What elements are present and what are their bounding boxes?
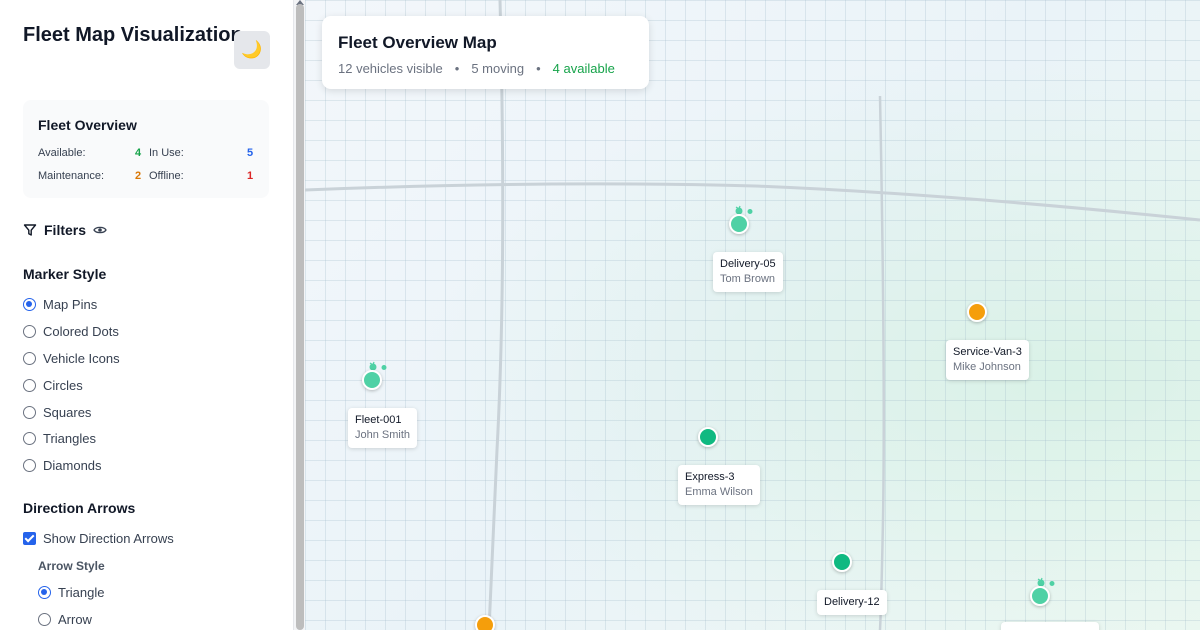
show-direction-arrows-label: Show Direction Arrows <box>43 531 174 546</box>
marker-style-option-triangles[interactable]: Triangles <box>23 431 96 446</box>
vehicle-marker[interactable] <box>1030 586 1050 606</box>
radio-button[interactable] <box>23 432 36 445</box>
vehicle-marker-fleet-001[interactable] <box>362 370 382 390</box>
vehicle-marker-service-van-3[interactable] <box>967 302 987 322</box>
app-title: Fleet Map Visualization <box>23 24 243 46</box>
vehicle-label-service-van-3[interactable]: Service-Van-3 Mike Johnson <box>946 340 1029 380</box>
option-label: Squares <box>43 405 92 420</box>
direction-arrows-title: Direction Arrows <box>23 500 136 516</box>
vehicle-name: Express-3 <box>685 471 735 483</box>
vehicle-marker-express-3[interactable] <box>698 427 718 447</box>
filter-icon <box>23 224 37 236</box>
radio-button[interactable] <box>23 298 36 311</box>
vehicle-marker-delivery-05[interactable] <box>729 214 749 234</box>
map-roads <box>305 0 1200 630</box>
option-label: Triangle <box>58 585 105 600</box>
driver-name: Mike Johnson <box>953 361 1021 373</box>
driver-name: Tom Brown <box>720 273 776 285</box>
stat-offline-label: Offline: <box>149 170 184 182</box>
checkbox[interactable] <box>23 532 36 545</box>
vehicle-name: Service-Van-3 <box>953 346 1022 358</box>
radio-button[interactable] <box>23 325 36 338</box>
stat-maintenance-label: Maintenance: <box>38 170 105 182</box>
vehicles-visible-count: 12 vehicles visible <box>338 61 443 76</box>
option-label: Map Pins <box>43 297 98 312</box>
option-label: Triangles <box>43 431 96 446</box>
theme-toggle-button[interactable]: 🌙 <box>234 31 270 69</box>
vehicle-label-express-3[interactable]: Express-3 Emma Wilson <box>678 465 760 505</box>
marker-style-option-circles[interactable]: Circles <box>23 378 83 393</box>
fleet-overview-title: Fleet Overview <box>38 117 137 133</box>
radio-button[interactable] <box>23 459 36 472</box>
show-direction-arrows-toggle[interactable]: Show Direction Arrows <box>23 531 174 546</box>
stat-available-label: Available: <box>38 147 86 159</box>
marker-style-option-map-pins[interactable]: Map Pins <box>23 297 97 312</box>
arrow-style-option-arrow[interactable]: Arrow <box>38 612 92 627</box>
vehicle-name: Fleet-001 <box>355 414 402 426</box>
option-label: Diamonds <box>43 458 102 473</box>
map-overview-stats: 12 vehicles visible • 5 moving • 4 avail… <box>338 61 615 76</box>
fleet-overview-card: Fleet Overview Available: 4 In Use: 5 Ma… <box>23 100 269 198</box>
vehicle-label-delivery-12[interactable]: Delivery-12 <box>817 590 887 615</box>
stat-in-use-label: In Use: <box>149 147 184 159</box>
fleet-map[interactable]: Fleet Overview Map 12 vehicles visible •… <box>305 0 1200 630</box>
radio-button[interactable] <box>38 613 51 626</box>
filters-label: Filters <box>44 222 87 238</box>
filters-toggle[interactable]: Filters <box>23 222 107 238</box>
option-label: Circles <box>43 378 83 393</box>
stat-in-use-value: 5 <box>247 147 254 159</box>
marker-style-option-vehicle-icons[interactable]: Vehicle Icons <box>23 351 120 366</box>
vehicle-marker[interactable] <box>475 615 495 630</box>
separator-dot: • <box>536 61 541 76</box>
marker-style-option-colored-dots[interactable]: Colored Dots <box>23 324 119 339</box>
marker-style-option-squares[interactable]: Squares <box>23 405 91 420</box>
vehicle-label-delivery-05[interactable]: Delivery-05 Tom Brown <box>713 252 783 292</box>
map-overview-title: Fleet Overview Map <box>338 33 497 52</box>
eye-icon[interactable] <box>93 223 107 237</box>
driver-name: John Smith <box>355 429 411 441</box>
radio-button[interactable] <box>38 586 51 599</box>
vehicle-label[interactable] <box>1001 622 1099 630</box>
option-label: Arrow <box>58 612 92 627</box>
vehicles-moving-count: 5 moving <box>471 61 525 76</box>
marker-style-option-diamonds[interactable]: Diamonds <box>23 458 102 473</box>
radio-button[interactable] <box>23 406 36 419</box>
vehicle-name: Delivery-12 <box>824 596 880 608</box>
vehicle-name: Delivery-05 <box>720 258 776 270</box>
marker-style-title: Marker Style <box>23 266 107 282</box>
stat-offline-value: 1 <box>247 170 254 182</box>
vehicle-marker-delivery-12[interactable] <box>832 552 852 572</box>
radio-button[interactable] <box>23 352 36 365</box>
arrow-style-option-triangle[interactable]: Triangle <box>38 585 104 600</box>
option-label: Vehicle Icons <box>43 351 120 366</box>
fleet-overview-map-card: Fleet Overview Map 12 vehicles visible •… <box>322 16 649 89</box>
radio-button[interactable] <box>23 379 36 392</box>
stat-available-value: 4 <box>135 147 142 159</box>
scrollbar-thumb[interactable] <box>296 4 304 630</box>
vehicles-available-count: 4 available <box>552 61 615 76</box>
driver-name: Emma Wilson <box>685 486 753 498</box>
arrow-style-title: Arrow Style <box>38 559 105 573</box>
sidebar: Fleet Map Visualization 🌙 Fleet Overview… <box>0 0 293 630</box>
sidebar-scrollbar[interactable] <box>293 0 305 630</box>
stat-maintenance-value: 2 <box>135 170 142 182</box>
vehicle-label-fleet-001[interactable]: Fleet-001 John Smith <box>348 408 418 448</box>
separator-dot: • <box>454 61 460 76</box>
moon-icon: 🌙 <box>241 40 263 59</box>
option-label: Colored Dots <box>43 324 119 339</box>
